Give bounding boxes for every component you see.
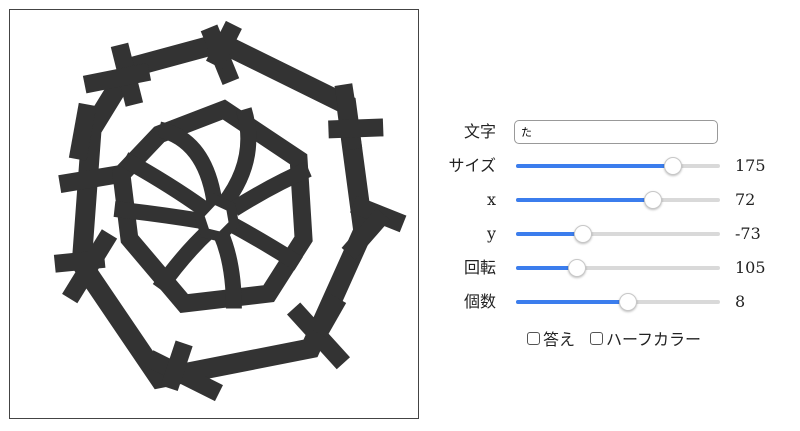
rotation-row: 回転 105: [430, 251, 790, 285]
y-value: -73: [735, 224, 761, 243]
answer-checkbox-label: 答え: [543, 330, 576, 349]
kaleidoscope-pattern: [53, 20, 407, 402]
count-label: 個数: [463, 292, 496, 311]
text-row: 文字: [430, 115, 790, 149]
size-slider[interactable]: [516, 157, 720, 175]
halfcolor-checkbox-label: ハーフカラー: [606, 330, 702, 349]
slider-thumb[interactable]: [574, 225, 593, 243]
checkbox-row: 答え ハーフカラー: [430, 319, 790, 349]
count-slider[interactable]: [516, 293, 720, 311]
count-value: 8: [735, 292, 746, 311]
halfcolor-checkbox[interactable]: ハーフカラー: [590, 326, 701, 350]
count-row: 個数 8: [430, 285, 790, 319]
control-panel: 文字 サイズ 175 x 72 y -73 回転: [430, 115, 790, 349]
slider-fill: [516, 198, 653, 202]
answer-checkbox[interactable]: 答え: [527, 326, 575, 350]
slider-fill: [516, 300, 629, 304]
pattern-canvas: [9, 9, 419, 419]
center-hub: [193, 193, 240, 243]
rotation-value: 105: [735, 258, 766, 277]
y-slider[interactable]: [516, 225, 720, 243]
rotation-label: 回転: [463, 258, 496, 277]
x-slider[interactable]: [516, 191, 720, 209]
answer-checkbox-box[interactable]: [527, 331, 540, 345]
size-value: 175: [735, 156, 766, 175]
halfcolor-checkbox-box[interactable]: [590, 331, 603, 345]
slider-fill: [516, 232, 584, 236]
slider-thumb[interactable]: [619, 293, 638, 311]
size-row: サイズ 175: [430, 149, 790, 183]
slider-fill: [516, 164, 674, 168]
slider-thumb[interactable]: [643, 191, 662, 209]
y-label: y: [486, 224, 496, 243]
rotation-slider[interactable]: [516, 259, 720, 277]
slider-thumb[interactable]: [664, 157, 683, 175]
slider-thumb[interactable]: [568, 259, 587, 277]
y-row: y -73: [430, 217, 790, 251]
size-label: サイズ: [448, 156, 496, 175]
x-row: x 72: [430, 183, 790, 217]
x-label: x: [486, 190, 496, 209]
text-label: 文字: [463, 122, 496, 141]
text-input[interactable]: [514, 120, 718, 144]
x-value: 72: [735, 190, 756, 209]
